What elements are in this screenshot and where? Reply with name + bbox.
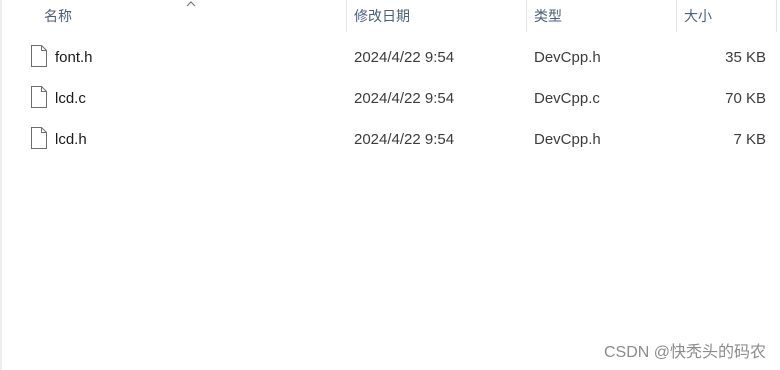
file-type: DevCpp.h [534, 131, 601, 148]
file-type: DevCpp.h [534, 49, 601, 66]
file-modified-date: 2024/4/22 9:54 [354, 90, 455, 107]
file-icon [31, 127, 47, 149]
file-name: font.h [55, 49, 93, 66]
column-header-date[interactable]: 修改日期 [346, 0, 526, 32]
window-left-edge [0, 0, 2, 370]
file-size: 70 KB [725, 90, 766, 107]
file-name: lcd.c [55, 90, 86, 107]
file-icon [31, 86, 47, 108]
csdn-watermark: CSDN @快秃头的码农 [603, 344, 766, 361]
file-row-lcd-c[interactable]: lcd.c 2024/4/22 9:54 DevCpp.c 70 KB [22, 79, 778, 115]
file-size: 35 KB [725, 49, 766, 66]
column-header-type[interactable]: 类型 [526, 0, 676, 32]
sort-ascending-icon [186, 1, 196, 7]
column-header-bar: 名称 修改日期 类型 大小 [0, 0, 780, 32]
file-type: DevCpp.c [534, 90, 600, 107]
file-modified-date: 2024/4/22 9:54 [354, 131, 455, 148]
file-row-font-h[interactable]: font.h 2024/4/22 9:54 DevCpp.h 35 KB [22, 38, 778, 74]
file-row-lcd-h[interactable]: lcd.h 2024/4/22 9:54 DevCpp.h 7 KB [22, 120, 778, 156]
file-size: 7 KB [733, 131, 766, 148]
file-modified-date: 2024/4/22 9:54 [354, 49, 455, 66]
column-separator[interactable] [776, 0, 777, 32]
file-name: lcd.h [55, 131, 87, 148]
file-icon [31, 45, 47, 67]
column-header-size[interactable]: 大小 [676, 0, 776, 32]
